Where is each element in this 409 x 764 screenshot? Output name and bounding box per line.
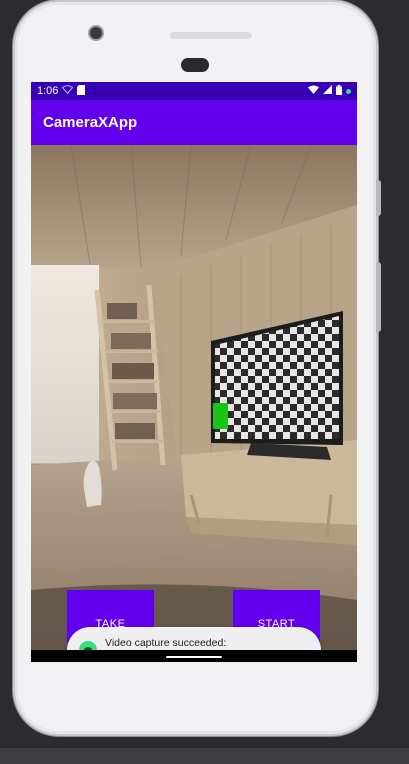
status-bar: 1:06 [31, 82, 357, 100]
toast-message: Video capture succeeded: content://media… [105, 637, 227, 649]
device-screen: 1:06 CameraXApp TAKE START Video capture… [31, 82, 357, 662]
camera-preview[interactable]: TAKE START Video capture succeeded: cont… [31, 145, 357, 650]
power-button[interactable] [376, 180, 381, 216]
status-time: 1:06 [37, 85, 59, 97]
proximity-sensor [181, 58, 209, 72]
android-icon [79, 641, 97, 650]
sd-card-icon [77, 84, 86, 98]
front-camera [88, 25, 104, 41]
signal-icon [323, 85, 332, 97]
battery-icon [336, 84, 342, 98]
ide-bottom-strip [0, 748, 409, 764]
toast-notification: Video capture succeeded: content://media… [67, 627, 321, 650]
volume-button[interactable] [376, 262, 381, 332]
earpiece-speaker [170, 32, 252, 39]
camera-scene-image [31, 145, 357, 650]
wifi-icon [308, 85, 319, 97]
app-title: CameraXApp [43, 114, 138, 131]
dot-icon [346, 86, 351, 97]
home-gesture-handle[interactable] [166, 656, 222, 658]
wifi-calling-icon [62, 85, 74, 97]
app-bar: CameraXApp [31, 100, 357, 145]
